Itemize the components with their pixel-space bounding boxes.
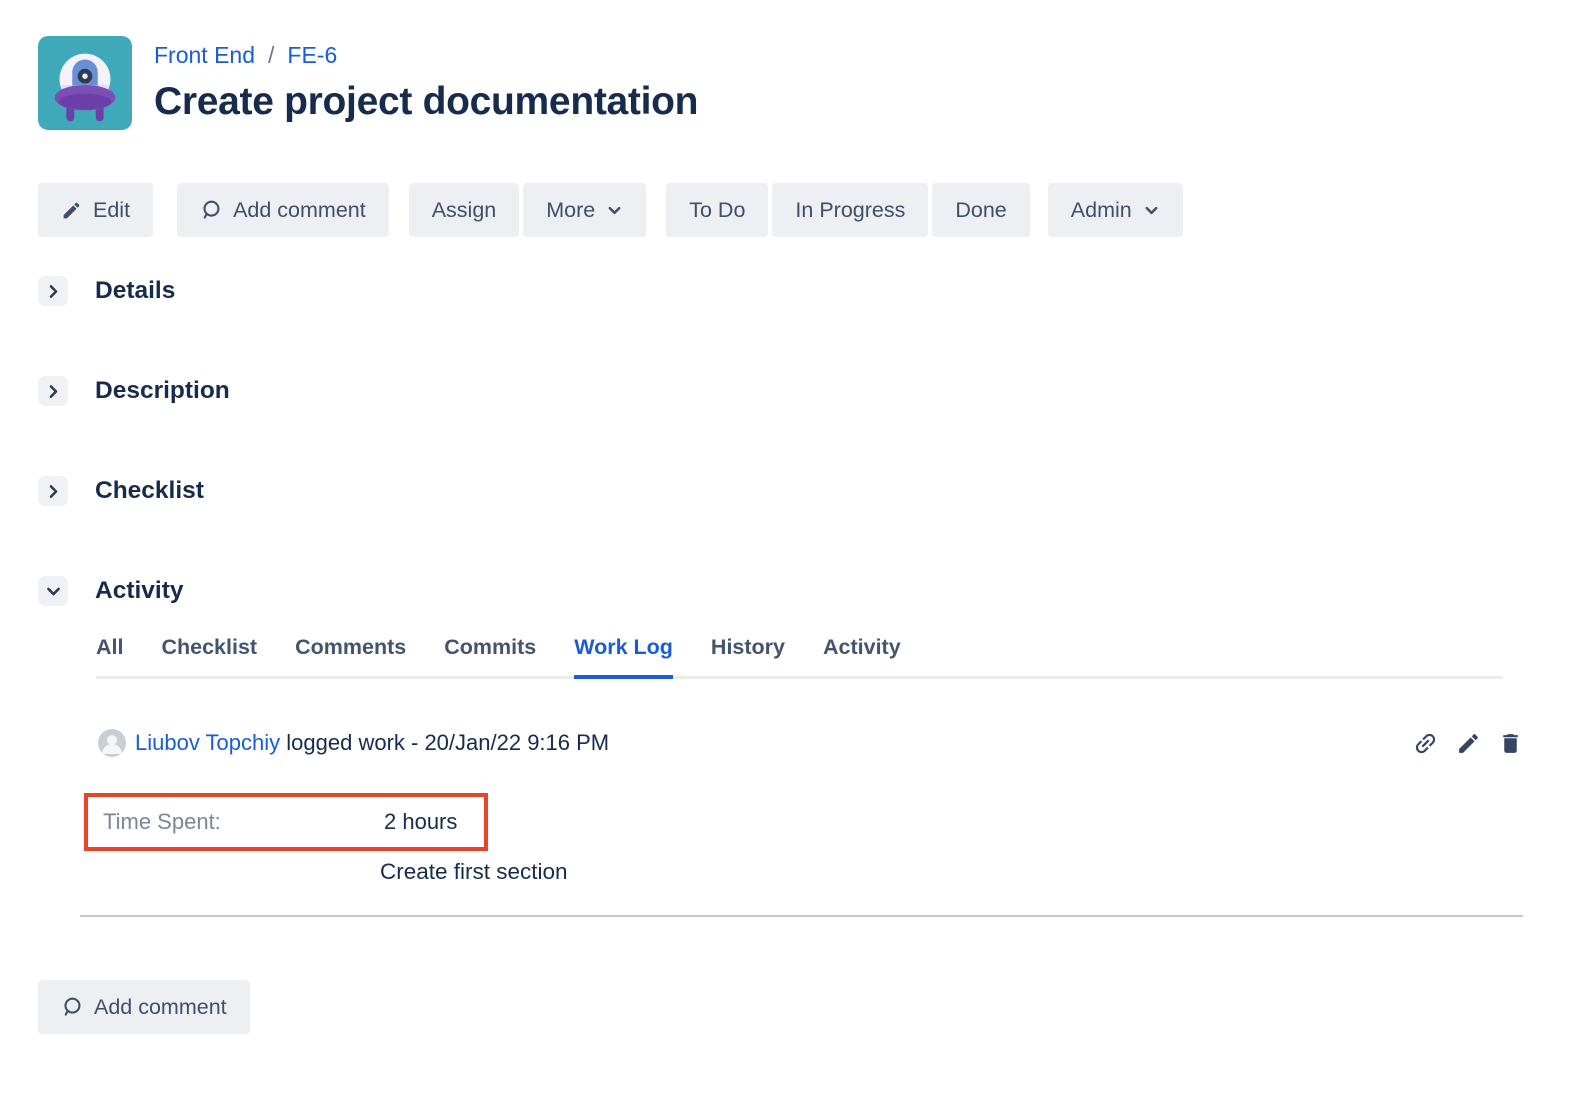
toolbar: Edit Add comment Assign More — [38, 183, 1530, 237]
section-checklist-label: Checklist — [95, 477, 204, 505]
page-title: Create project documentation — [154, 80, 698, 124]
comment-bubble-icon — [61, 996, 83, 1018]
section-description-label: Description — [95, 377, 230, 405]
trash-icon[interactable] — [1498, 731, 1523, 756]
todo-button-label: To Do — [689, 198, 745, 223]
edit-pencil-icon[interactable] — [1456, 731, 1481, 756]
comment-bubble-icon — [200, 199, 222, 221]
worklog-entry-header: Liubov Topchiy logged work - 20/Jan/22 9… — [38, 729, 1523, 757]
worklog-divider — [80, 915, 1523, 917]
issue-header: Front End / FE-6 Create project document… — [38, 36, 1530, 130]
link-icon[interactable] — [1412, 730, 1439, 757]
section-details[interactable]: Details — [38, 276, 1530, 306]
worklog-actions — [1412, 730, 1523, 757]
section-activity[interactable]: Activity — [38, 576, 1530, 606]
time-spent-value: 2 hours — [384, 809, 457, 835]
worklog-author-link[interactable]: Liubov Topchiy — [135, 730, 280, 755]
worklog-header-text: Liubov Topchiy logged work - 20/Jan/22 9… — [135, 730, 609, 756]
admin-button-label: Admin — [1071, 198, 1132, 223]
chevron-down-icon — [38, 576, 68, 606]
project-avatar — [38, 36, 132, 130]
footer-bar: Add comment — [38, 980, 1530, 1034]
tab-activity[interactable]: Activity — [823, 635, 901, 676]
edit-button-label: Edit — [93, 198, 130, 223]
done-status-button[interactable]: Done — [932, 183, 1029, 237]
time-spent-label: Time Spent: — [103, 809, 384, 835]
header-text: Front End / FE-6 Create project document… — [154, 36, 698, 124]
pencil-icon — [61, 200, 82, 221]
chevron-right-icon — [38, 376, 68, 406]
section-checklist[interactable]: Checklist — [38, 476, 1530, 506]
more-button-label: More — [546, 198, 595, 223]
breadcrumb-issue-link[interactable]: FE-6 — [287, 42, 337, 69]
assign-more-group: Assign More — [409, 183, 647, 237]
ufo-alien-icon — [38, 36, 132, 130]
edit-button[interactable]: Edit — [38, 183, 153, 237]
add-comment-footer-button[interactable]: Add comment — [38, 980, 250, 1034]
section-details-label: Details — [95, 277, 175, 305]
worklog-comment: Create first section — [380, 859, 1530, 885]
tab-work-log[interactable]: Work Log — [574, 635, 673, 676]
section-description[interactable]: Description — [38, 376, 1530, 406]
highlight-box: Time Spent: 2 hours — [84, 793, 488, 851]
assign-button[interactable]: Assign — [409, 183, 520, 237]
activity-tabs: All Checklist Comments Commits Work Log … — [96, 635, 1503, 679]
admin-button[interactable]: Admin — [1048, 183, 1183, 237]
tab-all[interactable]: All — [96, 635, 123, 676]
user-avatar — [98, 729, 126, 757]
chevron-down-icon — [606, 202, 623, 219]
in-progress-status-button[interactable]: In Progress — [772, 183, 928, 237]
add-comment-footer-label: Add comment — [94, 995, 227, 1020]
more-button[interactable]: More — [523, 183, 646, 237]
done-button-label: Done — [955, 198, 1006, 223]
worklog-action-text: logged work - 20/Jan/22 9:16 PM — [286, 730, 609, 755]
breadcrumb-project-link[interactable]: Front End — [154, 42, 255, 69]
assign-button-label: Assign — [432, 198, 497, 223]
section-activity-label: Activity — [95, 577, 184, 605]
chevron-right-icon — [38, 276, 68, 306]
add-comment-button[interactable]: Add comment — [177, 183, 389, 237]
tab-comments[interactable]: Comments — [295, 635, 406, 676]
chevron-down-icon — [1143, 202, 1160, 219]
status-transition-group: To Do In Progress Done — [666, 183, 1030, 237]
tab-commits[interactable]: Commits — [444, 635, 536, 676]
todo-status-button[interactable]: To Do — [666, 183, 768, 237]
add-comment-button-label: Add comment — [233, 198, 366, 223]
breadcrumb: Front End / FE-6 — [154, 42, 698, 69]
tab-checklist[interactable]: Checklist — [161, 635, 257, 676]
in-progress-button-label: In Progress — [795, 198, 905, 223]
chevron-right-icon — [38, 476, 68, 506]
breadcrumb-separator: / — [268, 42, 274, 69]
tab-history[interactable]: History — [711, 635, 785, 676]
issue-page: Front End / FE-6 Create project document… — [0, 0, 1570, 1108]
